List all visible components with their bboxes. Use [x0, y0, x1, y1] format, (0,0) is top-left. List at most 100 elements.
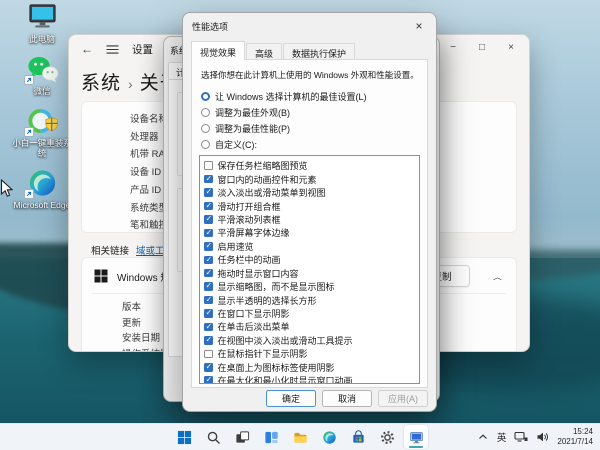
close-button[interactable]: ×	[505, 42, 517, 53]
radio-option[interactable]: 让 Windows 选择计算机的最佳设置(L)	[201, 88, 427, 104]
checkbox[interactable]	[204, 309, 213, 318]
dialog-tab-2[interactable]: 数据执行保护	[283, 43, 355, 60]
radio-option[interactable]: 自定义(C):	[201, 136, 427, 152]
chevron-up-icon[interactable]: ︿	[493, 271, 502, 281]
radio-option[interactable]: 调整为最佳性能(P)	[201, 120, 427, 136]
checkbox-label: 任务栏中的动画	[218, 253, 281, 266]
checkbox-label: 拖动时显示窗口内容	[218, 267, 299, 280]
desktop-icon-label: 此电脑	[29, 34, 55, 44]
hamburger-menu-icon[interactable]	[106, 43, 119, 56]
taskbar-widgets-button[interactable]	[259, 425, 283, 449]
breadcrumb-separator: ›	[128, 76, 133, 92]
widgets-icon	[264, 430, 279, 445]
visual-effect-row[interactable]: 显示缩略图，而不是显示图标	[204, 280, 419, 293]
cancel-button[interactable]: 取消	[322, 390, 372, 407]
visual-effect-row[interactable]: 显示半透明的选择长方形	[204, 293, 419, 306]
checkbox[interactable]	[204, 323, 213, 332]
desktop-icon-wechat[interactable]: 微信	[11, 54, 73, 96]
radio-option[interactable]: 调整为最佳外观(B)	[201, 104, 427, 120]
radio-indicator	[201, 124, 210, 133]
checkbox[interactable]	[204, 175, 213, 184]
taskbar-search-button[interactable]	[201, 425, 225, 449]
radio-label: 调整为最佳性能(P)	[215, 122, 290, 135]
checkbox-label: 保存任务栏缩略图预览	[218, 159, 308, 172]
network-icon[interactable]	[514, 431, 528, 443]
radio-label: 调整为最佳外观(B)	[215, 106, 290, 119]
back-icon[interactable]: ←	[81, 42, 93, 56]
breadcrumb-system[interactable]: 系统	[81, 68, 121, 95]
clock-time: 15:24	[557, 427, 593, 437]
visual-effect-row[interactable]: 平滑滚动列表框	[204, 213, 419, 226]
taskbar: 英 15:24 2021/7/14	[0, 423, 600, 450]
visual-effect-row[interactable]: 淡入淡出或滑动菜单到视图	[204, 186, 419, 199]
checkbox-label: 在最大化和最小化时显示窗口动画	[218, 374, 353, 384]
checkbox[interactable]	[204, 242, 213, 251]
visual-effect-row[interactable]: 在视图中淡入淡出或滑动工具提示	[204, 334, 419, 347]
dialog-button-row: 确定取消应用(A)	[266, 390, 428, 407]
checkbox[interactable]	[204, 215, 213, 224]
desktop-icon-xiaobai[interactable]: 小白一键重装系统	[11, 106, 73, 158]
desktop-icon-this-pc[interactable]: 此电脑	[11, 2, 73, 44]
desktop-icon-edge[interactable]: Microsoft Edge	[11, 168, 73, 210]
dialog-tab-0[interactable]: 视觉效果	[191, 41, 245, 60]
visual-effect-row[interactable]: 在单击后淡出菜单	[204, 320, 419, 333]
taskbar-settings-button[interactable]	[375, 425, 399, 449]
checkbox[interactable]	[204, 188, 213, 197]
visual-effect-row[interactable]: 在窗口下显示阴影	[204, 307, 419, 320]
dialog-titlebar[interactable]: 性能选项 ×	[183, 13, 436, 39]
edge-icon	[322, 430, 337, 445]
visual-effect-row[interactable]: 窗口内的动画控件和元素	[204, 172, 419, 185]
tray-chevron-up-icon[interactable]	[477, 431, 489, 443]
visual-effect-row[interactable]: 任务栏中的动画	[204, 253, 419, 266]
checkbox[interactable]	[204, 296, 213, 305]
apply-button[interactable]: 应用(A)	[378, 390, 428, 407]
visual-effect-row[interactable]: 平滑屏幕字体边缘	[204, 226, 419, 239]
checkbox-label: 平滑滚动列表框	[218, 213, 281, 226]
checkbox-label: 显示半透明的选择长方形	[218, 294, 317, 307]
radio-option-list: 让 Windows 选择计算机的最佳设置(L) 调整为最佳外观(B) 调整为最佳性能…	[201, 88, 427, 152]
taskbar-file-explorer-button[interactable]	[288, 425, 312, 449]
minimize-button[interactable]: −	[447, 42, 459, 53]
taskbar-task-view-button[interactable]	[230, 425, 254, 449]
radio-label: 让 Windows 选择计算机的最佳设置(L)	[215, 90, 367, 103]
checkbox[interactable]	[204, 363, 213, 372]
checkbox[interactable]	[204, 256, 213, 265]
close-icon[interactable]: ×	[411, 18, 427, 34]
visual-effect-row[interactable]: 在最大化和最小化时显示窗口动画	[204, 374, 419, 384]
performance-options-dialog: 性能选项 × 视觉效果高级数据执行保护 选择你想在此计算机上使用的 Window…	[182, 12, 437, 412]
ime-indicator[interactable]: 英	[497, 430, 507, 444]
visual-effect-row[interactable]: 在桌面上为图标标签使用阴影	[204, 361, 419, 374]
checkbox[interactable]	[204, 202, 213, 211]
visual-effects-list[interactable]: 保存任务栏缩略图预览窗口内的动画控件和元素淡入淡出或滑动菜单到视图滑动打开组合框…	[199, 155, 420, 384]
checkbox[interactable]	[204, 161, 213, 170]
checkbox[interactable]	[204, 229, 213, 238]
maximize-button[interactable]: □	[476, 42, 488, 53]
clock-date: 2021/7/14	[557, 437, 593, 447]
this-pc-icon	[26, 2, 59, 32]
visual-effect-row[interactable]: 保存任务栏缩略图预览	[204, 159, 419, 172]
checkbox[interactable]	[204, 282, 213, 291]
checkbox[interactable]	[204, 336, 213, 345]
taskbar-start-button[interactable]	[172, 425, 196, 449]
taskbar-store-button[interactable]	[346, 425, 370, 449]
desktop-icon-label: 小白一键重装系统	[11, 138, 73, 158]
visual-effect-row[interactable]: 在鼠标指针下显示阴影	[204, 347, 419, 360]
dialog-tab-1[interactable]: 高级	[246, 43, 282, 60]
ok-button[interactable]: 确定	[266, 390, 316, 407]
system-tray: 英 15:24 2021/7/14	[477, 424, 593, 450]
checkbox[interactable]	[204, 269, 213, 278]
taskbar-edge-button[interactable]	[317, 425, 341, 449]
radio-indicator	[201, 108, 210, 117]
store-icon	[351, 430, 366, 445]
desktop-icon-column: 此电脑微信小白一键重装系统 Microsoft Edge	[11, 2, 73, 210]
taskbar-system-properties-button[interactable]	[404, 425, 428, 449]
checkbox[interactable]	[204, 376, 213, 384]
volume-icon[interactable]	[536, 431, 549, 443]
visual-effect-row[interactable]: 拖动时显示窗口内容	[204, 267, 419, 280]
clock[interactable]: 15:24 2021/7/14	[557, 427, 593, 448]
visual-effect-row[interactable]: 启用速览	[204, 240, 419, 253]
radio-label: 自定义(C):	[215, 138, 257, 151]
checkbox[interactable]	[204, 350, 213, 359]
visual-effect-row[interactable]: 滑动打开组合框	[204, 199, 419, 212]
shortcut-arrow-badge	[24, 75, 34, 85]
